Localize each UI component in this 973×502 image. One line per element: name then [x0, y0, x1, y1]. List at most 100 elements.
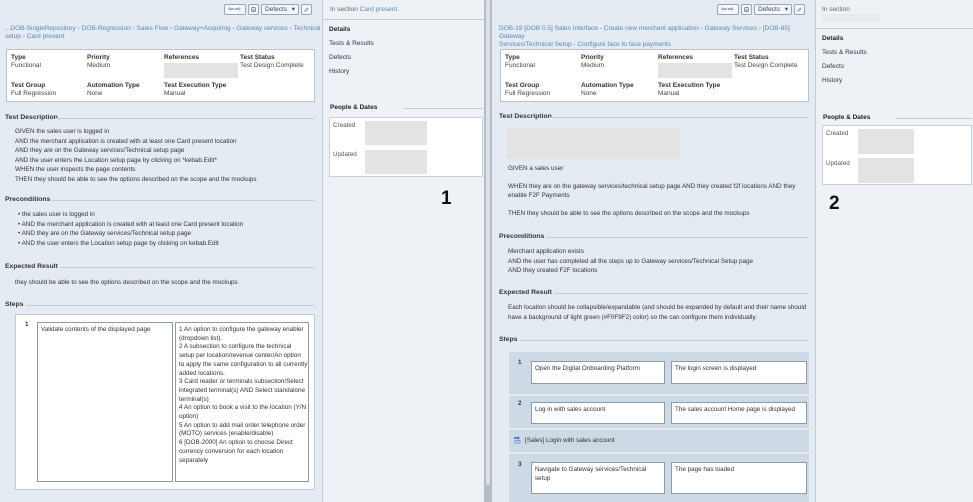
step-action-cell[interactable]: Log in with sales account [531, 402, 665, 424]
field-value: Functional [505, 62, 535, 69]
pencil-icon[interactable] [301, 3, 312, 15]
breadcrumb-item[interactable]: Gateway+Acquiring [174, 25, 231, 32]
side-divider [403, 108, 483, 109]
step-result-text: The page has loaded [675, 466, 735, 473]
defects-dropdown-label: Defects [265, 5, 288, 13]
panel-marker-number: 2 [829, 193, 840, 214]
test-description-heading: Test Description [499, 113, 552, 120]
step-action-cell[interactable]: Open the Digital Onboarding Platform [531, 361, 665, 384]
expected-line: they should be able to see the options d… [15, 279, 238, 286]
right-defects-dropdown[interactable]: Defects ▾ [754, 3, 792, 15]
breadcrumb-item[interactable]: ...DOB-SingleRepository [5, 25, 76, 32]
tab-tests-results[interactable]: Tests & Results [329, 40, 374, 47]
tab-defects[interactable]: Defects [329, 54, 351, 61]
step-result-line: (MOTO) services (enable/disable) [179, 430, 274, 438]
shared-step-icon [513, 435, 522, 446]
step-result-line: 5 An option to add mail order telephone … [179, 421, 306, 429]
shared-step-label[interactable]: [Sales] Login with sales account [525, 437, 615, 444]
references-field: References [164, 54, 238, 78]
splitter-handle[interactable] [486, 0, 490, 485]
step-result-line: separately [179, 456, 209, 464]
tab-defects[interactable]: Defects [822, 63, 844, 70]
expected-line: Each location should be collapsible/expa… [508, 304, 807, 311]
people-dates-card: Created Updated [822, 125, 972, 185]
page-icon[interactable] [248, 3, 259, 15]
step-result-line: 3 Card reader or terminals subsection/Se… [179, 378, 304, 386]
step-result-text: The login screen is displayed [675, 365, 757, 372]
execution-type-field: Test Execution Type Manual [658, 82, 720, 98]
field-label: Test Execution Type [658, 82, 721, 89]
pencil-icon[interactable] [794, 3, 805, 15]
section-divider [60, 267, 314, 268]
breadcrumb-item[interactable]: DOB-Regression [82, 25, 131, 32]
tab-details[interactable]: Details [329, 26, 350, 33]
step-action-text: Navigate to Gateway services/Technical s… [535, 466, 647, 482]
field-label: References [164, 54, 200, 61]
step-expected-cell[interactable]: The login screen is displayed [671, 361, 807, 384]
breadcrumb-item[interactable]: Technical [293, 25, 320, 32]
field-label: Test Status [240, 54, 275, 61]
type-field: Type Functional [11, 54, 41, 70]
section-divider [52, 200, 314, 201]
step-result-line: setup per location/revenue center/An opt… [179, 352, 301, 360]
pane-splitter[interactable] [484, 0, 492, 502]
right-toolbar: ⇦⇨ Defects ▾ [717, 3, 805, 15]
expected-result-heading: Expected Result [5, 263, 58, 270]
shared-step-row[interactable]: [Sales] Login with sales account [509, 430, 809, 452]
test-group-field: Test Group Full Regression [505, 82, 550, 98]
field-label: Priority [581, 54, 604, 61]
tab-details[interactable]: Details [822, 35, 843, 42]
step-result-line: terminal(s) [179, 395, 209, 403]
section-divider [554, 293, 808, 294]
tab-history[interactable]: History [822, 77, 842, 84]
preconditions-text: Merchant application exists AND the user… [508, 247, 753, 276]
field-label: Automation Type [581, 82, 634, 89]
automation-type-field: Automation Type None [87, 82, 140, 98]
step-number: 1 [518, 359, 522, 366]
breadcrumb-item[interactable]: Card present [27, 33, 65, 40]
field-label: Test Execution Type [164, 82, 227, 89]
breadcrumb-item[interactable]: Sales Flow [137, 25, 169, 32]
breadcrumb-item[interactable]: Gateway services [236, 25, 287, 32]
field-label: Test Status [734, 54, 769, 61]
step-action-text: Log in with sales account [535, 406, 606, 413]
left-main-content: ⇦⇨ Defects ▾ ...DOB-SingleRepository › D… [0, 0, 322, 502]
field-label: Automation Type [87, 82, 140, 89]
field-label: Priority [87, 54, 110, 61]
expected-line: have a background of light green (#F0F9F… [508, 313, 757, 321]
left-back-forward-button[interactable]: ⇦⇨ [224, 3, 246, 15]
field-label: Test Group [505, 82, 540, 89]
description-line: WHEN the user inspects the page contents [15, 166, 136, 174]
step-result-line: currency conversion for each location [179, 447, 284, 455]
breadcrumb-item[interactable]: Gateway Services [705, 25, 757, 32]
in-section-link[interactable]: Card present [360, 6, 398, 13]
right-side-panel: In section Details Tests & Results Defec… [815, 0, 973, 502]
step-expected-cell[interactable]: The sales account Home page is displayed [671, 402, 807, 424]
step-number: 1 [25, 321, 29, 328]
step-action-cell[interactable]: Navigate to Gateway services/Technical s… [531, 462, 665, 494]
section-divider [26, 305, 314, 306]
description-line: WHEN they are on the gateway services/te… [508, 182, 796, 190]
description-line: THEN they should be able to see the opti… [15, 175, 257, 183]
step-expected-cell[interactable]: 1 An option to configure the gateway ena… [175, 322, 309, 482]
steps-heading: Steps [5, 301, 24, 308]
chevron-down-icon: ▾ [784, 6, 788, 13]
step-result-line: (dropdown list). [179, 334, 223, 342]
test-description-heading: Test Description [5, 114, 58, 121]
step-expected-cell[interactable]: The page has loaded [671, 462, 807, 494]
updated-label: Updated [333, 151, 357, 158]
right-back-forward-button[interactable]: ⇦⇨ [717, 3, 739, 15]
step-result-line: option) [179, 413, 199, 421]
step-result-line: 4 An option to book a visit to the locat… [179, 404, 307, 412]
step-result-line: added locations. [179, 369, 225, 377]
breadcrumb-item[interactable]: DOB-19 [DOB 0.5] Sales Interface - Creat… [499, 25, 699, 32]
breadcrumb-item[interactable]: setup [5, 33, 21, 40]
left-defects-dropdown[interactable]: Defects ▾ [261, 3, 299, 15]
page-icon[interactable] [741, 3, 752, 15]
field-value: Manual [164, 90, 186, 97]
step-action-cell[interactable]: Validate contents of the displayed page [37, 322, 173, 482]
tab-tests-results[interactable]: Tests & Results [822, 49, 867, 56]
tab-history[interactable]: History [329, 68, 349, 75]
field-value: Medium [87, 62, 111, 69]
breadcrumb-item[interactable]: Services/Technical Setup - Configure fac… [499, 41, 671, 48]
